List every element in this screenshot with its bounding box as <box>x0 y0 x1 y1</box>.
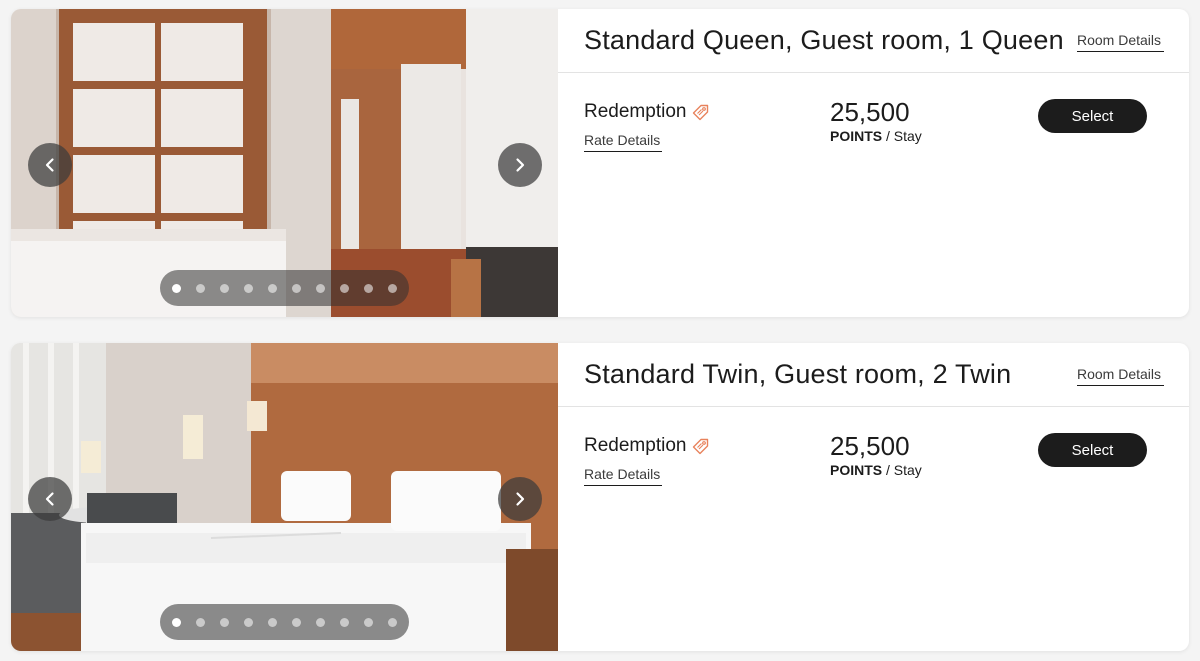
gallery-prev-button[interactable] <box>28 143 72 187</box>
gallery-dot[interactable] <box>268 283 277 293</box>
price-unit: POINTS / Stay <box>830 462 922 478</box>
gallery-next-button[interactable] <box>498 143 542 187</box>
gallery-dot[interactable] <box>340 283 349 293</box>
price-amount: 25,500 <box>830 97 910 127</box>
rate-name-label: Redemption <box>584 435 687 456</box>
points-label: POINTS <box>830 128 883 144</box>
gallery-dot[interactable] <box>340 617 349 627</box>
gallery-dot[interactable] <box>388 283 397 293</box>
room-photo-gallery[interactable] <box>11 343 558 651</box>
gallery-dot[interactable] <box>220 283 229 293</box>
gallery-dot[interactable] <box>196 283 205 293</box>
gallery-dot[interactable] <box>172 283 181 293</box>
price-amount: 25,500 <box>830 431 910 461</box>
room-details-link[interactable]: Room Details <box>1077 366 1164 386</box>
select-button[interactable]: Select <box>1038 433 1147 467</box>
price-unit: POINTS / Stay <box>830 128 922 144</box>
points-label: POINTS <box>830 462 883 478</box>
gallery-prev-button[interactable] <box>28 477 72 521</box>
room-info: Standard Twin, Guest room, 2 Twin Room D… <box>558 343 1189 651</box>
gallery-pagination <box>160 270 409 306</box>
gallery-dot[interactable] <box>316 283 325 293</box>
room-title: Standard Twin, Guest room, 2 Twin <box>584 359 1012 389</box>
gallery-next-button[interactable] <box>498 477 542 521</box>
chevron-left-icon <box>45 158 54 172</box>
rate-details-link[interactable]: Rate Details <box>584 466 662 486</box>
gallery-dot[interactable] <box>364 617 373 627</box>
rate-name-label: Redemption <box>584 101 687 122</box>
gallery-dot[interactable] <box>172 617 181 627</box>
rate-details-link[interactable]: Rate Details <box>584 132 662 152</box>
chevron-right-icon <box>516 492 525 506</box>
gallery-dot[interactable] <box>292 283 301 293</box>
select-button[interactable]: Select <box>1038 99 1147 133</box>
rate-name: Redemption <box>584 435 709 457</box>
gallery-pagination <box>160 604 409 640</box>
gallery-dot[interactable] <box>244 283 253 293</box>
price-block: 25,500 POINTS / Stay <box>830 97 922 144</box>
gallery-dot[interactable] <box>268 617 277 627</box>
gallery-dot[interactable] <box>244 617 253 627</box>
room-photo-gallery[interactable] <box>11 9 558 317</box>
per-stay-label: / Stay <box>882 462 922 478</box>
tag-icon <box>693 104 709 120</box>
price-block: 25,500 POINTS / Stay <box>830 431 922 478</box>
room-details-link[interactable]: Room Details <box>1077 32 1164 52</box>
per-stay-label: / Stay <box>882 128 922 144</box>
gallery-dot[interactable] <box>196 617 205 627</box>
chevron-right-icon <box>516 158 525 172</box>
gallery-dot[interactable] <box>364 283 373 293</box>
room-header: Standard Queen, Guest room, 1 Queen Room… <box>558 9 1189 73</box>
gallery-dot[interactable] <box>220 617 229 627</box>
gallery-dot[interactable] <box>388 617 397 627</box>
gallery-dot[interactable] <box>316 617 325 627</box>
room-card: Standard Queen, Guest room, 1 Queen Room… <box>11 9 1189 317</box>
room-header: Standard Twin, Guest room, 2 Twin Room D… <box>558 343 1189 407</box>
room-info: Standard Queen, Guest room, 1 Queen Room… <box>558 9 1189 317</box>
rate-name: Redemption <box>584 101 709 123</box>
room-title: Standard Queen, Guest room, 1 Queen <box>584 25 1064 55</box>
chevron-left-icon <box>45 492 54 506</box>
room-card: Standard Twin, Guest room, 2 Twin Room D… <box>11 343 1189 651</box>
room-list: Standard Queen, Guest room, 1 Queen Room… <box>0 0 1200 661</box>
tag-icon <box>693 438 709 454</box>
gallery-dot[interactable] <box>292 617 301 627</box>
